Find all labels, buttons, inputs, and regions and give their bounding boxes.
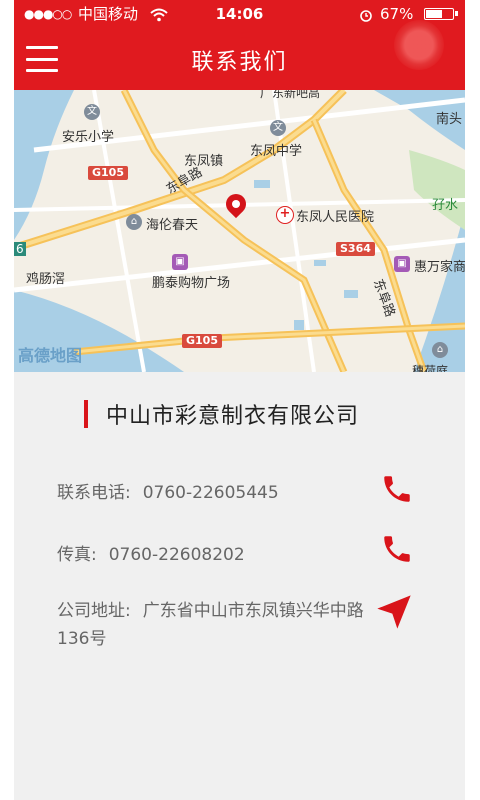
floating-assist-button[interactable] [394, 20, 444, 70]
map-label: 穗荷庭 [412, 364, 449, 372]
navigate-button[interactable] [374, 592, 411, 629]
battery-icon [424, 8, 458, 20]
app-screen: ●●●○○ 中国移动 14:06 67% 联系我们 广东新吧高 南头 文 安乐小… [14, 0, 465, 800]
map-label: 鸡肠滘 [26, 272, 66, 287]
school-icon: 文 [84, 104, 100, 120]
map-label: 南头 [436, 112, 463, 127]
header-bar: ●●●○○ 中国移动 14:06 67% 联系我们 [14, 0, 465, 90]
map-label: 孖水 [432, 198, 459, 213]
alarm-icon [359, 0, 373, 28]
map-label: 东凤中学 [250, 144, 303, 159]
phone-row: 联系电话: 0760-22605445 [57, 478, 279, 503]
address-label: 公司地址: [57, 601, 131, 621]
hospital-icon: + [276, 206, 294, 224]
home-icon: ⌂ [126, 214, 142, 230]
company-name: 中山市彩意制衣有限公司 [106, 404, 360, 429]
school-icon: 文 [270, 120, 286, 136]
map-label: 广东新吧高 [260, 90, 321, 100]
map-label: 东凤人民医院 [296, 210, 375, 225]
fax-value: 0760-22608202 [108, 545, 245, 565]
navigation-arrow-icon [377, 595, 411, 629]
phone-icon [384, 476, 410, 502]
status-bar: ●●●○○ 中国移动 14:06 67% [14, 0, 465, 28]
battery-level [426, 10, 443, 18]
road-shield: G105 [88, 166, 128, 180]
map-provider-logo: 高德地图 [18, 346, 83, 365]
call-fax-button[interactable] [380, 532, 414, 566]
map-label: 惠万家商 [414, 260, 465, 275]
road-shield: S364 [336, 242, 375, 256]
call-phone-button[interactable] [380, 472, 414, 506]
road-label: 6 [14, 242, 26, 256]
fax-label: 传真: [57, 545, 97, 565]
home-icon: ⌂ [432, 342, 448, 358]
address-row: 公司地址: 广东省中山市东凤镇兴华中路136号 [57, 597, 367, 653]
fax-row: 传真: 0760-22608202 [57, 540, 245, 565]
map-label: 安乐小学 [62, 130, 115, 145]
contact-info-panel: 中山市彩意制衣有限公司 联系电话: 0760-22605445 传真: 0760-2… [14, 372, 465, 800]
shopping-icon: ▣ [172, 254, 188, 270]
phone-icon [384, 536, 410, 562]
phone-label: 联系电话: [57, 483, 131, 503]
shopping-icon: ▣ [394, 256, 410, 272]
location-map[interactable]: 广东新吧高 南头 文 安乐小学 文 东凤镇 东凤中学 G105 东阜路 ⌂ 海伦… [14, 90, 465, 372]
map-label: 鹏泰购物广场 [152, 276, 231, 291]
phone-value: 0760-22605445 [142, 483, 279, 503]
title-accent-bar [84, 400, 88, 428]
map-label: 海伦春天 [146, 218, 199, 233]
road-shield: G105 [182, 334, 222, 348]
